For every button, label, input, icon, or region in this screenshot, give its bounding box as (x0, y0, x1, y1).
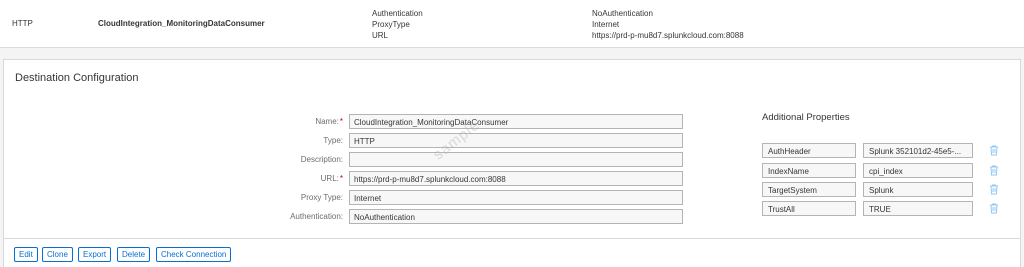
destination-type: HTTP (12, 19, 33, 28)
export-button[interactable]: Export (78, 247, 112, 262)
additional-property-key[interactable]: TrustAll (762, 201, 856, 216)
additional-property-value[interactable]: Splunk 352101d2-45e5-... (863, 143, 973, 158)
additional-property-value[interactable]: TRUE (863, 201, 973, 216)
proxy-type-label: Proxy Type: (300, 193, 343, 202)
additional-property-key[interactable]: IndexName (762, 163, 856, 178)
property-name: ProxyType (372, 20, 410, 29)
name-field[interactable]: CloudIntegration_MonitoringDataConsumer (349, 114, 683, 129)
additional-property-value[interactable]: Splunk (863, 182, 973, 197)
property-value: Internet (592, 20, 620, 29)
trash-icon[interactable] (988, 164, 1000, 176)
delete-button[interactable]: Delete (117, 247, 151, 262)
clone-button[interactable]: Clone (42, 247, 73, 262)
edit-button[interactable]: Edit (14, 247, 38, 262)
type-label: Type: (323, 136, 343, 145)
authentication-field[interactable]: NoAuthentication (349, 209, 683, 224)
additional-property-key[interactable]: TargetSystem (762, 182, 856, 197)
trash-icon[interactable] (988, 144, 1000, 156)
additional-properties-title: Additional Properties (762, 112, 850, 123)
panel-title: Destination Configuration (15, 72, 139, 84)
destination-property-values: NoAuthentication Internet https://prd-p-… (592, 8, 744, 41)
authentication-label: Authentication: (290, 212, 343, 221)
description-label: Description: (300, 155, 343, 164)
additional-property-value[interactable]: cpi_index (863, 163, 973, 178)
url-label: URL:* (320, 174, 343, 183)
property-name: Authentication (372, 9, 423, 18)
destination-name: CloudIntegration_MonitoringDataConsumer (98, 19, 265, 28)
destination-list-row[interactable]: HTTP CloudIntegration_MonitoringDataCons… (0, 0, 1024, 48)
footer-divider (3, 238, 1021, 239)
required-marker: * (339, 174, 343, 183)
trash-icon[interactable] (988, 202, 1000, 214)
destination-property-names: Authentication ProxyType URL (372, 8, 423, 41)
required-marker: * (339, 117, 343, 126)
name-label: Name:* (315, 117, 343, 126)
url-field[interactable]: https://prd-p-mu8d7.splunkcloud.com:8088 (349, 171, 683, 186)
form-row-name: Name:* CloudIntegration_MonitoringDataCo… (4, 114, 1022, 129)
property-name: URL (372, 31, 389, 40)
check-connection-button[interactable]: Check Connection (156, 247, 232, 262)
description-field[interactable] (349, 152, 683, 167)
property-value: https://prd-p-mu8d7.splunkcloud.com:8088 (592, 31, 744, 40)
trash-icon[interactable] (988, 183, 1000, 195)
destination-configuration-panel: Destination Configuration Name:* CloudIn… (3, 59, 1021, 267)
proxy-type-field[interactable]: Internet (349, 190, 683, 205)
property-value: NoAuthentication (592, 9, 653, 18)
additional-property-key[interactable]: AuthHeader (762, 143, 856, 158)
type-field[interactable]: HTTP (349, 133, 683, 148)
